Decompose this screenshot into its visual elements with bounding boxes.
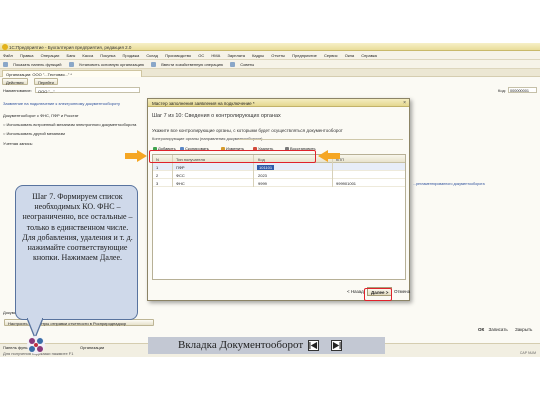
previous-button[interactable] bbox=[308, 340, 319, 351]
code-value: 000000001 bbox=[510, 88, 530, 93]
org-icon[interactable] bbox=[68, 62, 74, 67]
goto-button[interactable]: Перейти bbox=[34, 78, 58, 85]
toolbar-item[interactable]: Советы bbox=[237, 60, 257, 67]
wizard-dialog: Мастер заполнения заявления на подключен… bbox=[147, 98, 410, 301]
code-field[interactable]: 000000001 bbox=[508, 87, 537, 93]
tips-icon[interactable] bbox=[230, 62, 236, 67]
toolbar-highlight bbox=[149, 150, 316, 163]
next-highlight bbox=[364, 288, 392, 301]
main-toolbar: Показать панель функций Установить основ… bbox=[0, 60, 540, 69]
form-footer-buttons: ОК Записать Закрыть bbox=[478, 327, 532, 332]
builtin-option[interactable]: ○ Использовать встроенный механизм элект… bbox=[3, 122, 136, 127]
window-titlebar: 1С:Предприятие - Бухгалтерия предприятия… bbox=[0, 43, 540, 51]
account-label: Учетная запись: bbox=[3, 141, 33, 146]
doc-section-title: Документооборот с ФНС, ПФР и Росстат bbox=[3, 113, 79, 118]
toolbar-item[interactable]: Ввести хозяйственную операцию bbox=[158, 60, 226, 67]
arrow-right-icon bbox=[125, 150, 147, 162]
menu-item[interactable]: Склад bbox=[143, 51, 161, 58]
code-label: Код: bbox=[498, 88, 506, 93]
menu-item[interactable]: Производство bbox=[162, 51, 194, 58]
previous-arrow-icon bbox=[309, 341, 318, 350]
callout-text: Шаг 7. Формируем список необходимых КО. … bbox=[22, 192, 133, 263]
cancel-button[interactable]: Отмена bbox=[391, 287, 413, 296]
window-title: 1С:Предприятие - Бухгалтерия предприятия… bbox=[9, 44, 132, 50]
menu-item[interactable]: НМА bbox=[208, 51, 223, 58]
menu-item[interactable]: Операции bbox=[38, 51, 63, 58]
slide-footer: Вкладка Документооборот bbox=[148, 337, 385, 354]
wizard-step-title: Шаг 7 из 10: Сведения о контролирующих о… bbox=[152, 113, 281, 119]
app-logo-icon bbox=[2, 44, 8, 50]
menu-item[interactable]: Зарплата bbox=[224, 51, 248, 58]
menu-bar: Файл Правка Операции Банк Касса Покупка … bbox=[0, 51, 540, 60]
side-note: ...регламентированного документооборота bbox=[413, 182, 485, 186]
other-option[interactable]: ○ Использовать другой механизм bbox=[3, 131, 65, 136]
authorities-table[interactable]: N Тип получателя Код КПП 1 ПФР 101101 2 … bbox=[152, 154, 406, 280]
section-divider bbox=[238, 138, 403, 140]
table-row[interactable]: 2 ФСС 2023 bbox=[153, 171, 405, 179]
slide-title: Вкладка Документооборот bbox=[178, 339, 304, 351]
close-icon[interactable]: × bbox=[403, 100, 406, 106]
menu-item[interactable]: Продажа bbox=[120, 51, 143, 58]
menu-item[interactable]: Банк bbox=[63, 51, 78, 58]
ok-button[interactable]: ОК bbox=[478, 327, 484, 332]
instruction-callout: Шаг 7. Формируем список необходимых КО. … bbox=[15, 185, 138, 320]
next-slide-button[interactable] bbox=[331, 340, 342, 351]
menu-item[interactable]: Отчеты bbox=[268, 51, 288, 58]
dialog-title: Мастер заполнения заявления на подключен… bbox=[148, 99, 409, 107]
organizations-tab[interactable]: Организации bbox=[80, 345, 104, 350]
menu-item[interactable]: Предприятие bbox=[289, 51, 320, 58]
name-value: ООО "..." bbox=[38, 88, 55, 94]
operation-icon[interactable] bbox=[151, 62, 157, 67]
toolbar-item[interactable]: Установить основную организацию bbox=[76, 60, 147, 67]
arrow-left-icon bbox=[318, 150, 340, 162]
close-button[interactable]: Закрыть bbox=[515, 327, 532, 332]
application-link[interactable]: Заявление на подключение к электронному … bbox=[3, 101, 120, 106]
panel-icon[interactable] bbox=[3, 62, 8, 67]
menu-item[interactable]: Кадры bbox=[249, 51, 267, 58]
menu-item[interactable]: Справка bbox=[358, 51, 380, 58]
wizard-hint: Укажите все контролирующие органы, с кот… bbox=[152, 128, 343, 133]
window-tab-bar: Организации: ООО "...Тестовая..." * bbox=[0, 69, 540, 77]
table-row[interactable]: 1 ПФР 101101 bbox=[153, 163, 405, 171]
menu-item[interactable]: Окна bbox=[342, 51, 357, 58]
menu-item[interactable]: Касса bbox=[79, 51, 96, 58]
tab-organization[interactable]: Организации: ООО "...Тестовая..." * bbox=[2, 70, 142, 77]
key-indicators: CAP NUM bbox=[519, 351, 536, 355]
screenshot-area: 1С:Предприятие - Бухгалтерия предприятия… bbox=[0, 43, 540, 357]
menu-item[interactable]: Сервис bbox=[321, 51, 341, 58]
name-label: Наименование: bbox=[3, 88, 32, 93]
menu-item[interactable]: Покупка bbox=[97, 51, 118, 58]
menu-item[interactable]: Файл bbox=[0, 51, 16, 58]
menu-item[interactable]: ОС bbox=[195, 51, 207, 58]
save-button[interactable]: Записать bbox=[489, 327, 508, 332]
menu-item[interactable]: Правка bbox=[17, 51, 37, 58]
toolbar-item[interactable]: Показать панель функций bbox=[10, 60, 64, 67]
name-field[interactable]: ООО "..." bbox=[35, 87, 140, 94]
table-row[interactable]: 3 ФНС 9999 999901001 bbox=[153, 179, 405, 187]
mascot-icon bbox=[27, 336, 45, 354]
actions-button[interactable]: Действия bbox=[2, 78, 28, 85]
next-arrow-icon bbox=[332, 341, 341, 350]
